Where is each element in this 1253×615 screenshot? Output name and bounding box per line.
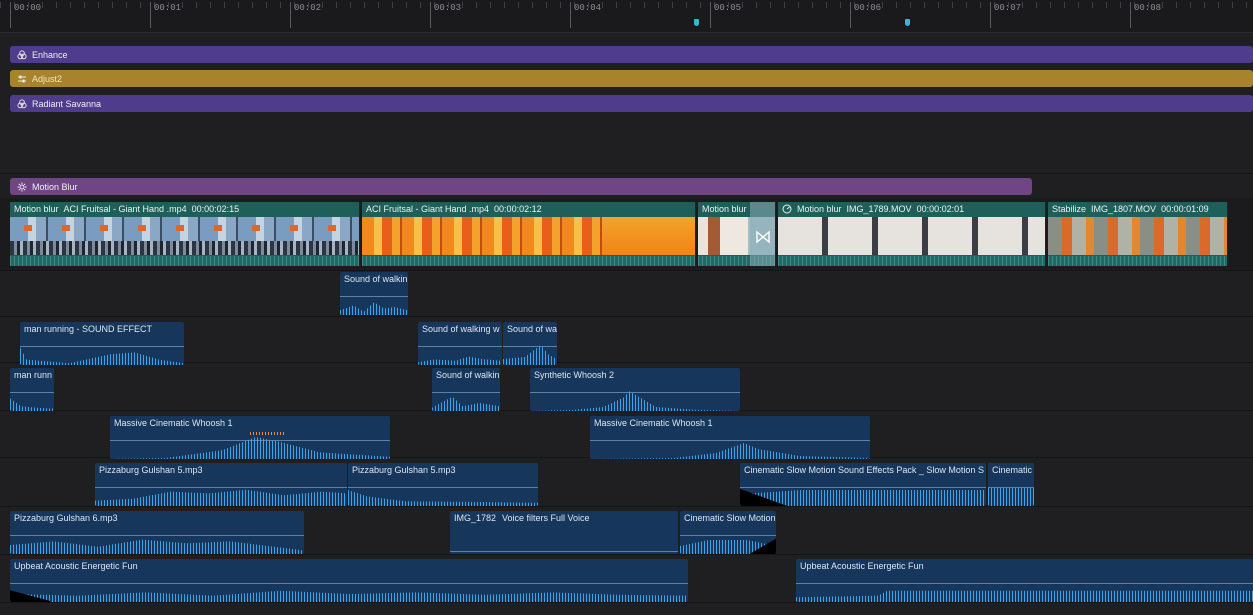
clip-name: IMG_1782: [454, 513, 497, 523]
clip-name: man runn: [14, 370, 53, 380]
effect-label: Motion Blur: [32, 181, 78, 192]
clip-name: Upbeat Acoustic Energetic Fun: [800, 561, 924, 571]
ruler-tick: 00:02: [290, 2, 430, 28]
ruler-tick: 00:03: [430, 2, 570, 28]
clip-effect-label: Stabilize: [1052, 204, 1087, 214]
timeline-marker[interactable]: [905, 19, 910, 26]
audio-clip[interactable]: Cinematic Slow Motion: [680, 511, 776, 554]
clip-effect-label: Motion blur: [702, 204, 747, 214]
audio-clip[interactable]: Sound of wa: [503, 322, 557, 365]
clip-duration: 00:00:01:09: [1161, 204, 1209, 214]
sliders-icon: [16, 73, 27, 84]
timeline-ruler[interactable]: 00:00 00:01 00:02 00:03 00:04 00:05 00:0…: [0, 0, 1253, 33]
clip-thumbnails: [362, 217, 695, 255]
effect-track-enhance[interactable]: Enhance: [10, 46, 1253, 63]
clip-name: Sound of walkin: [344, 274, 408, 284]
clip-effect-label: Motion blur: [797, 204, 842, 214]
audio-clip[interactable]: Sound of walkin: [432, 368, 500, 411]
audio-clip[interactable]: Sound of walking w: [418, 322, 502, 365]
effect-label: Adjust2: [32, 73, 63, 84]
audio-clip[interactable]: IMG_1782 Voice filters Full Voice: [450, 511, 678, 554]
clip-effect-label: Motion blur: [14, 204, 59, 214]
audio-clip[interactable]: Cinematic: [988, 463, 1034, 506]
clip-duration: 00:00:02:01: [916, 204, 965, 214]
clip-thumbnails: [778, 217, 1045, 255]
clip-name: Massive Cinematic Whoosh 1: [594, 418, 713, 428]
clip-name: Synthetic Whoosh 2: [534, 370, 615, 380]
video-clip[interactable]: ACI Fruitsal - Giant Hand .mp4 00:00:02:…: [362, 202, 696, 266]
audio-clip[interactable]: Pizzaburg Gulshan 6.mp3: [10, 511, 304, 554]
audio-clip[interactable]: Upbeat Acoustic Energetic Fun: [796, 559, 1253, 602]
audio-clip[interactable]: Massive Cinematic Whoosh 1: [590, 416, 870, 459]
effect-track-radiant-savanna[interactable]: Radiant Savanna: [10, 95, 1253, 112]
clip-name: Sound of walking w: [422, 324, 500, 334]
ruler-tick: 00:06: [850, 2, 990, 28]
clip-name: Upbeat Acoustic Energetic Fun: [14, 561, 138, 571]
audio-clip[interactable]: Synthetic Whoosh 2: [530, 368, 740, 411]
clip-thumbnails: [10, 217, 359, 255]
clip-name: ACI Fruitsal - Giant Hand .mp4: [366, 204, 490, 214]
audio-clip[interactable]: man runn: [10, 368, 54, 411]
audio-clip[interactable]: Massive Cinematic Whoosh 1: [110, 416, 390, 459]
clip-thumbnails: [1048, 217, 1227, 255]
clip-name: Cinematic Slow Motion Sound Effects Pack…: [744, 465, 984, 475]
transition-icon: [755, 230, 771, 244]
effect-label: Radiant Savanna: [32, 98, 102, 109]
video-clip[interactable]: Motion blur ACI Fruitsal - Giant Hand .m…: [10, 202, 360, 266]
clip-name: Pizzaburg Gulshan 5.mp3: [99, 465, 203, 475]
audio-clip[interactable]: Cinematic Slow Motion Sound Effects Pack…: [740, 463, 986, 506]
speed-icon: [782, 204, 792, 214]
clip-duration: 00:00:02:15: [191, 204, 240, 214]
clip-duration: 00:00:02:12: [494, 204, 542, 214]
audio-clip[interactable]: man running - SOUND EFFECT: [20, 322, 184, 365]
clip-name: Cinematic Slow Motion: [684, 513, 776, 523]
ruler-tick: 00:08: [1130, 2, 1253, 28]
clip-name: Pizzaburg Gulshan 5.mp3: [352, 465, 456, 475]
clip-name: Sound of wa: [507, 324, 557, 334]
clip-name: IMG_1807.MOV: [1091, 204, 1157, 214]
ruler-tick: 00:01: [150, 2, 290, 28]
clip-name: Massive Cinematic Whoosh 1: [114, 418, 233, 428]
clip-name: Cinematic: [992, 465, 1033, 475]
audio-clip[interactable]: Upbeat Acoustic Energetic Fun: [10, 559, 688, 602]
clip-name: ACI Fruitsal - Giant Hand .mp4: [63, 204, 187, 214]
audio-clip[interactable]: Pizzaburg Gulshan 5.mp3: [95, 463, 347, 506]
clip-name: man running - SOUND EFFECT: [24, 324, 153, 334]
audio-clip[interactable]: Pizzaburg Gulshan 5.mp3: [348, 463, 538, 506]
clip-name: Pizzaburg Gulshan 6.mp3: [14, 513, 118, 523]
transition-handle[interactable]: [750, 202, 776, 266]
timeline-marker[interactable]: [694, 19, 699, 26]
ruler-tick: 00:05: [710, 2, 850, 28]
ruler-tick: 00:04: [570, 2, 710, 28]
effect-track-adjust[interactable]: Adjust2: [10, 70, 1253, 87]
ruler-tick: 00:00: [10, 2, 150, 28]
audio-clip[interactable]: Sound of walkin: [340, 272, 408, 315]
effect-label: Enhance: [32, 49, 68, 60]
clip-name: Sound of walkin: [436, 370, 500, 380]
effect-icon: [16, 49, 27, 60]
gear-effect-icon: [16, 181, 27, 192]
clip-name: IMG_1789.MOV: [846, 204, 912, 214]
video-clip[interactable]: Stabilize IMG_1807.MOV 00:00:01:09: [1048, 202, 1228, 266]
ruler-tick: 00:07: [990, 2, 1130, 28]
effect-icon: [16, 98, 27, 109]
effect-track-motion-blur[interactable]: Motion Blur: [10, 178, 1032, 195]
clip-effect-label: Voice filters Full Voice: [502, 513, 590, 523]
video-clip[interactable]: Motion blur IMG_1789.MOV 00:00:02:01: [778, 202, 1046, 266]
